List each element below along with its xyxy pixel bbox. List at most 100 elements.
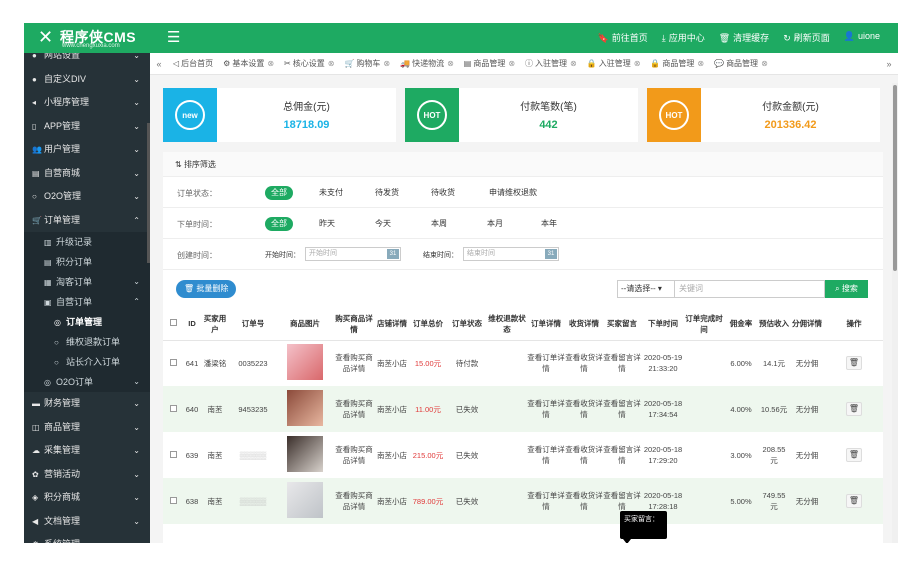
filter-option[interactable]: 待收货 bbox=[425, 186, 461, 200]
cell-goods[interactable]: 查看购买商品详情 bbox=[333, 340, 375, 386]
search-button[interactable]: ⌕ 搜索 bbox=[825, 280, 868, 298]
top-link-0[interactable]: 🔖 前往首页 bbox=[598, 31, 648, 44]
top-link-3[interactable]: ↻ 刷新页面 bbox=[783, 31, 830, 44]
cell-ship[interactable]: 查看收货详情 bbox=[565, 478, 603, 524]
calendar-icon[interactable]: 31 bbox=[545, 249, 557, 259]
cell-shop[interactable]: 南苤小店 bbox=[375, 340, 409, 386]
tab-next-icon[interactable]: » bbox=[880, 59, 898, 69]
filter-select[interactable]: --请选择-- ▾ bbox=[617, 280, 675, 298]
delete-row-icon[interactable]: 🗑 bbox=[846, 448, 862, 462]
brand-logo[interactable]: ✕ 程序侠CMS www.chengxuxia.com bbox=[38, 26, 148, 50]
end-time-input[interactable]: 结束时间 31 bbox=[463, 247, 559, 261]
start-time-input[interactable]: 开始时间 31 bbox=[305, 247, 401, 261]
page-scrollbar-thumb[interactable] bbox=[893, 85, 897, 271]
sidebar-item[interactable]: ▣ 自营订单 ⌃ bbox=[24, 292, 150, 312]
top-link-1[interactable]: ⤓ 应用中心 bbox=[662, 31, 705, 44]
sidebar-item[interactable]: ◀ 文档管理 ⌄ bbox=[24, 510, 150, 534]
menu-toggle-icon[interactable]: ☰ bbox=[167, 30, 180, 45]
product-image[interactable] bbox=[287, 343, 323, 380]
sidebar-item[interactable]: ☁ 采集管理 ⌄ bbox=[24, 439, 150, 463]
cell-detail[interactable]: 查看订单详情 bbox=[527, 478, 565, 524]
tab-7[interactable]: 🔒 入驻管理 ⊗ bbox=[582, 58, 646, 69]
tab-8[interactable]: 🔒 商品管理 ⊗ bbox=[645, 58, 709, 69]
filter-option[interactable]: 昨天 bbox=[313, 217, 341, 231]
filter-option[interactable]: 申请维权退款 bbox=[483, 186, 543, 200]
row-checkbox[interactable] bbox=[169, 450, 177, 458]
sidebar-scrollbar[interactable] bbox=[147, 123, 150, 263]
cell-msg[interactable]: 查看留言详情 bbox=[603, 386, 641, 432]
sidebar-item[interactable]: ◫ 商品管理 ⌄ bbox=[24, 416, 150, 440]
sidebar-item[interactable]: ◎ O2O订单 ⌄ bbox=[24, 372, 150, 392]
close-icon[interactable]: ⊗ bbox=[634, 59, 641, 68]
tab-3[interactable]: 🛒 购物车 ⊗ bbox=[339, 58, 395, 69]
cell-detail[interactable]: 查看订单详情 bbox=[527, 386, 565, 432]
row-checkbox[interactable] bbox=[169, 358, 177, 366]
keyword-input[interactable]: 关键词 bbox=[675, 280, 825, 298]
page-scrollbar[interactable] bbox=[892, 83, 898, 543]
cell-goods[interactable]: 查看购买商品详情 bbox=[333, 386, 375, 432]
filter-option[interactable]: 本年 bbox=[535, 217, 563, 231]
sidebar-item[interactable]: ○ O2O管理 ⌄ bbox=[24, 185, 150, 209]
tab-9[interactable]: 💬 商品管理 ⊗ bbox=[709, 58, 773, 69]
cell-ship[interactable]: 查看收货详情 bbox=[565, 432, 603, 478]
sidebar-item[interactable]: ● 自定义DIV ⌄ bbox=[24, 68, 150, 92]
product-image[interactable] bbox=[287, 481, 323, 518]
filter-option[interactable]: 待发货 bbox=[369, 186, 405, 200]
calendar-icon[interactable]: 31 bbox=[387, 249, 399, 259]
close-icon[interactable]: ⊗ bbox=[508, 59, 515, 68]
tab-2[interactable]: ✂ 核心设置 ⊗ bbox=[279, 58, 339, 69]
sidebar-item[interactable]: ● 网站设置 ⌄ bbox=[24, 53, 150, 68]
cell-goods[interactable]: 查看购买商品详情 bbox=[333, 478, 375, 524]
close-icon[interactable]: ⊗ bbox=[383, 59, 390, 68]
sidebar-item[interactable]: ▤ 自营商城 ⌄ bbox=[24, 162, 150, 186]
cell-detail[interactable]: 查看订单详情 bbox=[527, 432, 565, 478]
row-checkbox[interactable] bbox=[169, 496, 177, 504]
product-image[interactable] bbox=[287, 435, 323, 472]
filter-option[interactable]: 全部 bbox=[265, 217, 293, 231]
filter-option[interactable]: 本周 bbox=[425, 217, 453, 231]
product-image[interactable] bbox=[287, 389, 323, 426]
filter-option[interactable]: 本月 bbox=[481, 217, 509, 231]
filter-option[interactable]: 今天 bbox=[369, 217, 397, 231]
close-icon[interactable]: ⊗ bbox=[267, 59, 274, 68]
cell-detail[interactable]: 查看订单详情 bbox=[527, 340, 565, 386]
delete-row-icon[interactable]: 🗑 bbox=[846, 402, 862, 416]
sidebar-item[interactable]: ○ 维权退款订单 bbox=[24, 332, 150, 352]
sidebar-item[interactable]: ◎ 订单管理 bbox=[24, 312, 150, 332]
tab-1[interactable]: ⚙ 基本设置 ⊗ bbox=[218, 58, 279, 69]
cell-shop[interactable]: 南苤小店 bbox=[375, 386, 409, 432]
close-icon[interactable]: ⊗ bbox=[761, 59, 768, 68]
bulk-delete-button[interactable]: 🗑 批量删除 bbox=[176, 280, 237, 298]
cell-goods[interactable]: 查看购买商品详情 bbox=[333, 432, 375, 478]
sidebar-item[interactable]: ◂ 小程序管理 ⌄ bbox=[24, 91, 150, 115]
delete-row-icon[interactable]: 🗑 bbox=[846, 494, 862, 508]
sidebar-item[interactable]: ▥ 升级记录 bbox=[24, 232, 150, 252]
sidebar-item[interactable]: ✿ 营销活动 ⌄ bbox=[24, 463, 150, 487]
top-link-2[interactable]: 🗑 清理缓存 bbox=[719, 31, 769, 44]
filter-option[interactable]: 未支付 bbox=[313, 186, 349, 200]
tab-5[interactable]: ▤ 商品管理 ⊗ bbox=[459, 58, 520, 69]
cell-msg[interactable]: 查看留言详情 bbox=[603, 432, 641, 478]
close-icon[interactable]: ⊗ bbox=[447, 59, 454, 68]
sidebar-item[interactable]: ▤ 积分订单 bbox=[24, 252, 150, 272]
cell-ship[interactable]: 查看收货详情 bbox=[565, 340, 603, 386]
cell-shop[interactable]: 南苤小店 bbox=[375, 478, 409, 524]
sidebar-item[interactable]: ▯ APP管理 ⌄ bbox=[24, 115, 150, 139]
tab-4[interactable]: 🚚 快递物流 ⊗ bbox=[395, 58, 459, 69]
select-all-checkbox[interactable] bbox=[169, 319, 177, 327]
sidebar-item[interactable]: ⚙系统管理 ⌄ bbox=[24, 533, 150, 543]
row-checkbox[interactable] bbox=[169, 404, 177, 412]
close-icon[interactable]: ⊗ bbox=[570, 59, 577, 68]
delete-row-icon[interactable]: 🗑 bbox=[846, 356, 862, 371]
close-icon[interactable]: ⊗ bbox=[328, 59, 335, 68]
close-icon[interactable]: ⊗ bbox=[697, 59, 704, 68]
tab-0[interactable]: ◁ 后台首页 bbox=[168, 58, 218, 69]
filter-option[interactable]: 全部 bbox=[265, 186, 293, 200]
tab-6[interactable]: ⓘ 入驻管理 ⊗ bbox=[520, 58, 582, 69]
top-link-4[interactable]: 👤 uione bbox=[844, 31, 880, 44]
sidebar-item[interactable]: ◈ 积分商城 ⌄ bbox=[24, 486, 150, 510]
tab-prev-icon[interactable]: « bbox=[150, 59, 168, 69]
cell-shop[interactable]: 南苤小店 bbox=[375, 432, 409, 478]
sidebar-item[interactable]: ▬ 财务管理 ⌄ bbox=[24, 392, 150, 416]
sidebar-item[interactable]: 🛒 订单管理 ⌃ bbox=[24, 209, 150, 233]
